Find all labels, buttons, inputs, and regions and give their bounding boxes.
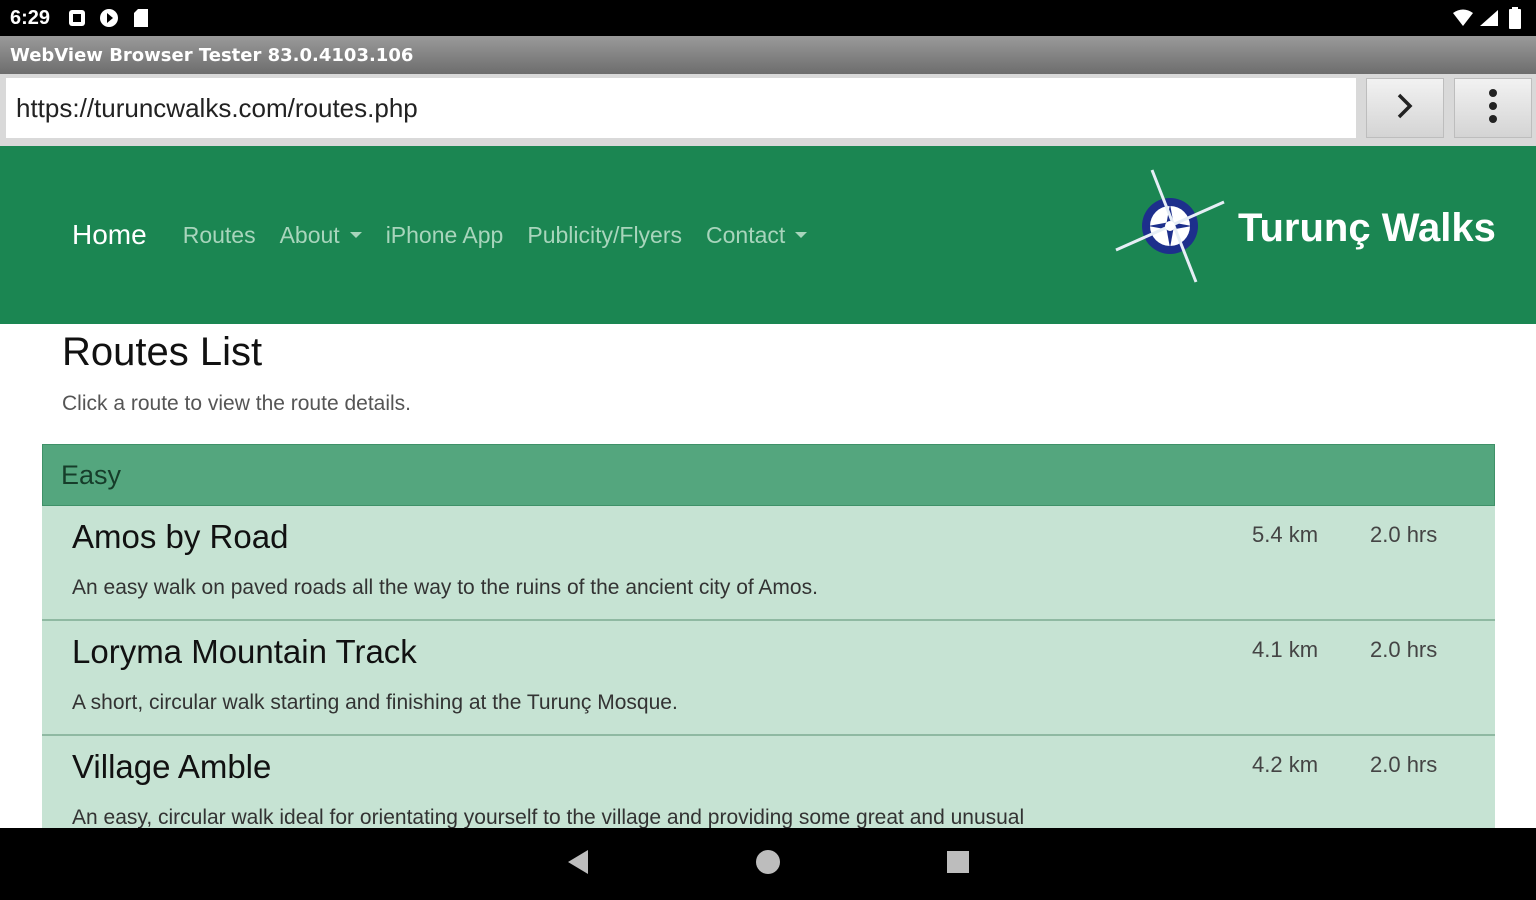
route-name: Amos by Road (72, 518, 289, 555)
system-nav-bar (0, 828, 1536, 900)
route-item[interactable]: Amos by Road 5.4 km 2.0 hrs An easy walk… (42, 506, 1495, 621)
routes-list: Easy Amos by Road 5.4 km 2.0 hrs An easy… (42, 444, 1495, 828)
route-item[interactable]: Loryma Mountain Track 4.1 km 2.0 hrs A s… (42, 621, 1495, 736)
nav-home-label: Home (72, 219, 147, 250)
home-button[interactable] (748, 844, 788, 884)
site-navbar: Home Routes About iPhone App Publicity/F… (0, 146, 1536, 324)
device-screen: 6:29 WebView Browser Tester 83.0.4103.10… (0, 0, 1536, 900)
route-distance: 4.1 km (1252, 637, 1319, 662)
nav-publicity[interactable]: Publicity/Flyers (527, 222, 682, 249)
back-button[interactable] (558, 844, 598, 884)
caret-down-icon (795, 232, 808, 238)
section-header-easy: Easy (42, 444, 1495, 506)
route-name: Village Amble (72, 748, 272, 785)
chevron-right-icon (1393, 91, 1417, 126)
web-content: Home Routes About iPhone App Publicity/F… (0, 146, 1536, 828)
sd-card-icon (130, 7, 152, 29)
more-vert-icon (1488, 88, 1498, 129)
play-protect-icon (98, 7, 120, 29)
section-label: Easy (61, 459, 122, 490)
brand-link[interactable]: Turunç Walks (1114, 168, 1496, 289)
app-title: WebView Browser Tester 83.0.4103.106 (10, 44, 414, 66)
status-right (1452, 7, 1526, 29)
app-title-bar: WebView Browser Tester 83.0.4103.106 (0, 36, 1536, 74)
nav-home[interactable]: Home (72, 219, 147, 251)
signal-icon (1478, 7, 1500, 29)
recents-button[interactable] (938, 844, 978, 884)
nav-about-label: About (279, 221, 340, 248)
go-button[interactable] (1366, 78, 1444, 138)
overflow-menu-button[interactable] (1454, 78, 1532, 138)
home-circle-icon (755, 849, 781, 880)
status-left: 6:29 (10, 7, 152, 30)
nav-publicity-label: Publicity/Flyers (527, 221, 683, 248)
nav-links: Home Routes About iPhone App Publicity/F… (72, 146, 831, 324)
route-distance: 4.2 km (1252, 752, 1319, 777)
route-description: A short, circular walk starting and fini… (72, 691, 678, 714)
recents-square-icon (946, 850, 970, 879)
page-subtitle: Click a route to view the route details. (62, 392, 412, 415)
nav-contact-label: Contact (706, 221, 786, 248)
url-input[interactable] (6, 78, 1356, 138)
route-distance: 5.4 km (1252, 522, 1319, 547)
route-description: An easy walk on paved roads all the way … (72, 576, 818, 599)
back-triangle-icon (566, 849, 590, 880)
caret-down-icon (349, 232, 362, 238)
nav-iphone-app[interactable]: iPhone App (386, 222, 504, 249)
route-item[interactable]: Village Amble 4.2 km 2.0 hrs An easy, ci… (42, 736, 1495, 828)
route-duration: 2.0 hrs (1370, 522, 1438, 547)
compass-logo-icon (1114, 168, 1226, 289)
route-name: Loryma Mountain Track (72, 633, 417, 670)
route-description: An easy, circular walk ideal for orienta… (72, 806, 1025, 828)
nav-contact[interactable]: Contact (706, 221, 808, 249)
url-toolbar (0, 74, 1536, 146)
nav-routes[interactable]: Routes (183, 222, 256, 249)
nav-routes-label: Routes (182, 221, 256, 248)
route-duration: 2.0 hrs (1370, 637, 1438, 662)
notification-square-icon (66, 7, 88, 29)
status-bar: 6:29 (0, 0, 1536, 36)
page-title: Routes List (62, 330, 263, 374)
brand-name: Turunç Walks (1238, 205, 1496, 250)
wifi-icon (1452, 7, 1474, 29)
battery-icon (1504, 7, 1526, 29)
nav-about[interactable]: About (280, 222, 362, 249)
route-duration: 2.0 hrs (1370, 752, 1438, 777)
nav-iphone-app-label: iPhone App (385, 221, 504, 248)
status-time: 6:29 (10, 6, 51, 29)
